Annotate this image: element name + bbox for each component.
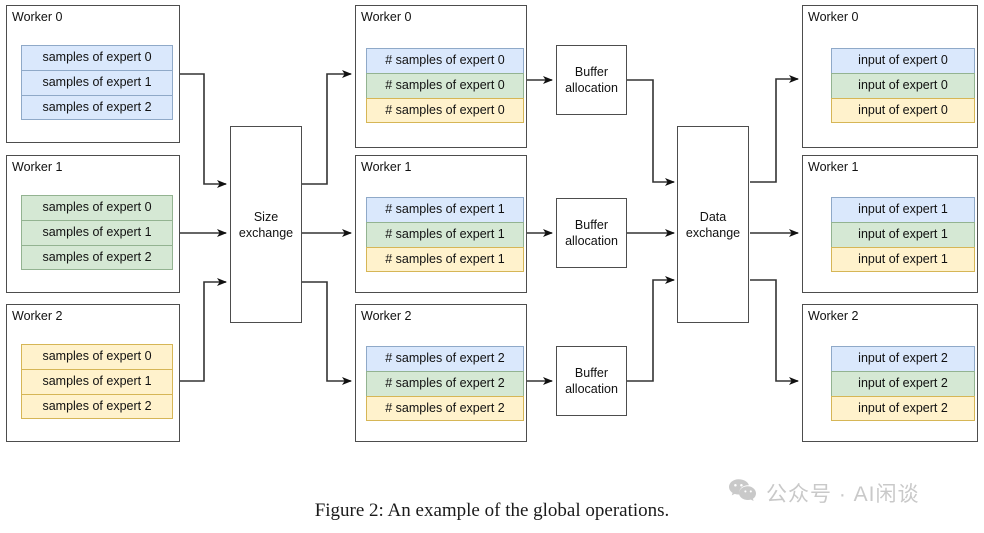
size-exchange-line-2: exchange [238, 225, 294, 240]
data-exchange-line-2: exchange [685, 225, 741, 240]
stack-row: samples of expert 2 [21, 394, 173, 419]
buffer-allocation-box-2: Buffer allocation [556, 346, 627, 416]
buffer-allocation-line-2: allocation [565, 81, 618, 95]
wire-size-exchange-to-w0 [302, 70, 352, 185]
size-exchange-box: Size exchange [230, 126, 302, 323]
stack-row: input of expert 0 [831, 73, 975, 98]
buffer-allocation-line-1: Buffer [574, 366, 609, 380]
worker-title: Worker 0 [12, 10, 63, 24]
count-stack: # samples of expert 1 # samples of exper… [366, 197, 524, 272]
sample-stack: samples of expert 0 samples of expert 1 … [21, 45, 173, 120]
stack-row: # samples of expert 0 [366, 73, 524, 98]
stage3-worker-1-panel: Worker 1 input of expert 1 input of expe… [802, 155, 978, 293]
buffer-allocation-line-1: Buffer [574, 65, 609, 79]
stack-row: samples of expert 0 [21, 344, 173, 369]
stage2-worker-0-panel: Worker 0 # samples of expert 0 # samples… [355, 5, 527, 148]
data-exchange-line-1: Data [699, 209, 727, 224]
stack-row: samples of expert 2 [21, 95, 173, 120]
worker-title: Worker 0 [361, 10, 412, 24]
input-stack: input of expert 2 input of expert 2 inpu… [831, 346, 975, 421]
stage1-worker-0-panel: Worker 0 samples of expert 0 samples of … [6, 5, 180, 143]
stack-row: input of expert 0 [831, 48, 975, 73]
stack-row: # samples of expert 1 [366, 222, 524, 247]
worker-title: Worker 0 [808, 10, 859, 24]
size-exchange-line-1: Size [253, 209, 279, 224]
worker-title: Worker 1 [361, 160, 412, 174]
buffer-allocation-line-2: allocation [565, 234, 618, 248]
buffer-allocation-box-1: Buffer allocation [556, 198, 627, 268]
stack-row: input of expert 0 [831, 98, 975, 123]
stack-row: # samples of expert 0 [366, 98, 524, 123]
stack-row: # samples of expert 2 [366, 396, 524, 421]
sample-stack: samples of expert 0 samples of expert 1 … [21, 195, 173, 270]
stack-row: # samples of expert 1 [366, 247, 524, 272]
stack-row: input of expert 1 [831, 197, 975, 222]
count-stack: # samples of expert 0 # samples of exper… [366, 48, 524, 123]
wire-w0-to-size-exchange [180, 73, 227, 188]
sample-stack: samples of expert 0 samples of expert 1 … [21, 344, 173, 419]
figure-caption: Figure 2: An example of the global opera… [314, 500, 670, 521]
worker-title: Worker 2 [808, 309, 859, 323]
data-exchange-box: Data exchange [677, 126, 749, 323]
worker-title: Worker 2 [12, 309, 63, 323]
stage1-worker-1-panel: Worker 1 samples of expert 0 samples of … [6, 155, 180, 293]
wire-buffer-2-to-data-exchange [627, 276, 675, 382]
buffer-allocation-line-2: allocation [565, 382, 618, 396]
worker-title: Worker 2 [361, 309, 412, 323]
stage2-worker-2-panel: Worker 2 # samples of expert 2 # samples… [355, 304, 527, 442]
stage2-worker-1-panel: Worker 1 # samples of expert 1 # samples… [355, 155, 527, 293]
stack-row: input of expert 2 [831, 396, 975, 421]
stage3-worker-2-panel: Worker 2 input of expert 2 input of expe… [802, 304, 978, 442]
stack-row: input of expert 1 [831, 222, 975, 247]
stack-row: # samples of expert 2 [366, 346, 524, 371]
stack-row: # samples of expert 0 [366, 48, 524, 73]
input-stack: input of expert 0 input of expert 0 inpu… [831, 48, 975, 123]
stack-row: samples of expert 0 [21, 195, 173, 220]
stack-row: samples of expert 1 [21, 369, 173, 394]
buffer-allocation-line-1: Buffer [574, 218, 609, 232]
stage3-worker-0-panel: Worker 0 input of expert 0 input of expe… [802, 5, 978, 148]
count-stack: # samples of expert 2 # samples of exper… [366, 346, 524, 421]
stack-row: samples of expert 2 [21, 245, 173, 270]
buffer-allocation-box-0: Buffer allocation [556, 45, 627, 115]
stack-row: samples of expert 1 [21, 220, 173, 245]
stack-row: input of expert 2 [831, 371, 975, 396]
wire-data-exchange-to-w2 [750, 279, 799, 385]
input-stack: input of expert 1 input of expert 1 inpu… [831, 197, 975, 272]
wire-buffer-0-to-data-exchange [627, 79, 675, 186]
wire-w2-to-size-exchange [180, 278, 227, 382]
figure-canvas: Worker 0 samples of expert 0 samples of … [0, 0, 984, 533]
stack-row: samples of expert 1 [21, 70, 173, 95]
worker-title: Worker 1 [808, 160, 859, 174]
wire-size-exchange-to-w2 [302, 281, 352, 385]
stack-row: input of expert 2 [831, 346, 975, 371]
worker-title: Worker 1 [12, 160, 63, 174]
stack-row: samples of expert 0 [21, 45, 173, 70]
stack-row: input of expert 1 [831, 247, 975, 272]
stage1-worker-2-panel: Worker 2 samples of expert 0 samples of … [6, 304, 180, 442]
stack-row: # samples of expert 2 [366, 371, 524, 396]
stack-row: # samples of expert 1 [366, 197, 524, 222]
wire-data-exchange-to-w0 [750, 75, 799, 183]
